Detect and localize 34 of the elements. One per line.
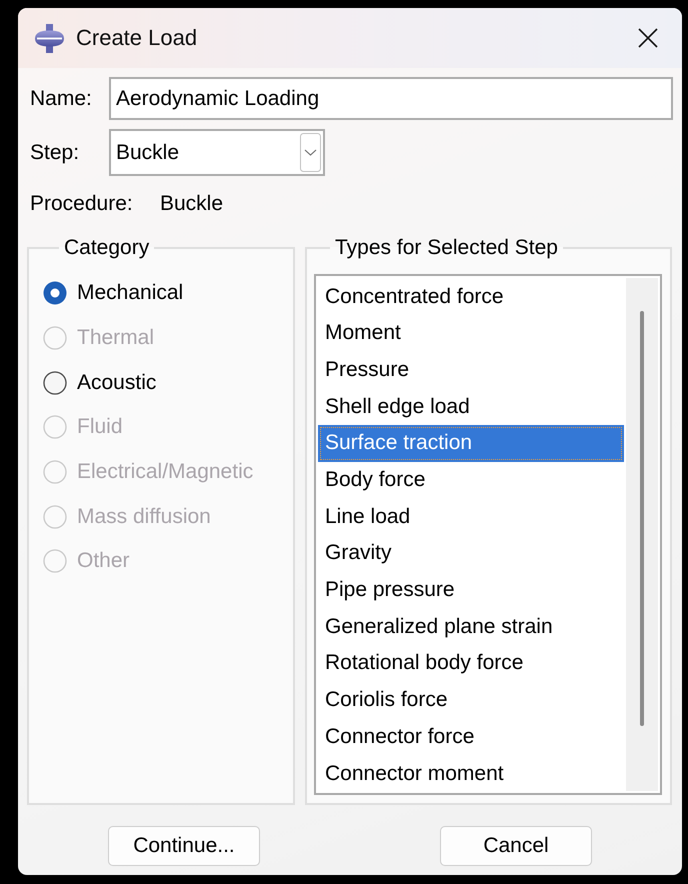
list-item[interactable]: Connector moment [318,756,624,792]
list-item[interactable]: Body force [318,462,624,499]
chevron-icon[interactable] [300,133,321,172]
list-item[interactable]: Gravity [318,535,624,572]
list-item[interactable]: Moment [318,315,624,352]
name-field[interactable]: Aerodynamic Loading [109,77,673,120]
spool-icon [35,24,64,52]
group-title: Types for Selected Step [334,235,559,261]
cancel-button[interactable]: Cancel [440,826,592,866]
step-dropdown[interactable]: Buckle [109,129,325,176]
list-item[interactable]: Generalized plane strain [318,608,624,646]
step-label: Step: [30,140,80,164]
list-item[interactable]: Pressure [318,352,624,389]
list-item[interactable]: Pipe pressure [318,572,624,609]
list-item[interactable]: Coriolis force [318,682,624,719]
close-icon[interactable] [638,28,658,48]
scrollbar-thumb[interactable] [640,311,644,726]
scrollbar-track[interactable] [626,278,658,791]
group-title: Category [63,235,150,261]
procedure-value: Buckle [160,192,224,216]
radio-option[interactable]: Mechanical [43,271,184,316]
list-item[interactable]: Shell edge load [318,388,624,426]
radio-icon[interactable] [43,281,67,306]
continue-button[interactable]: Continue... [108,826,260,866]
list-item[interactable]: Rotational body force [318,645,624,682]
list-item[interactable]: Connector force [318,718,624,756]
list-item[interactable]: Line load [318,498,624,536]
procedure-label: Procedure: [30,192,133,216]
list-item[interactable]: Surface traction [318,425,624,462]
radio-icon[interactable] [43,370,67,395]
name-label: Name: [30,86,92,110]
window-title: Create Load [76,25,198,51]
radio-option[interactable]: Acoustic [43,360,156,405]
list-item[interactable]: Concentrated force [318,278,624,316]
